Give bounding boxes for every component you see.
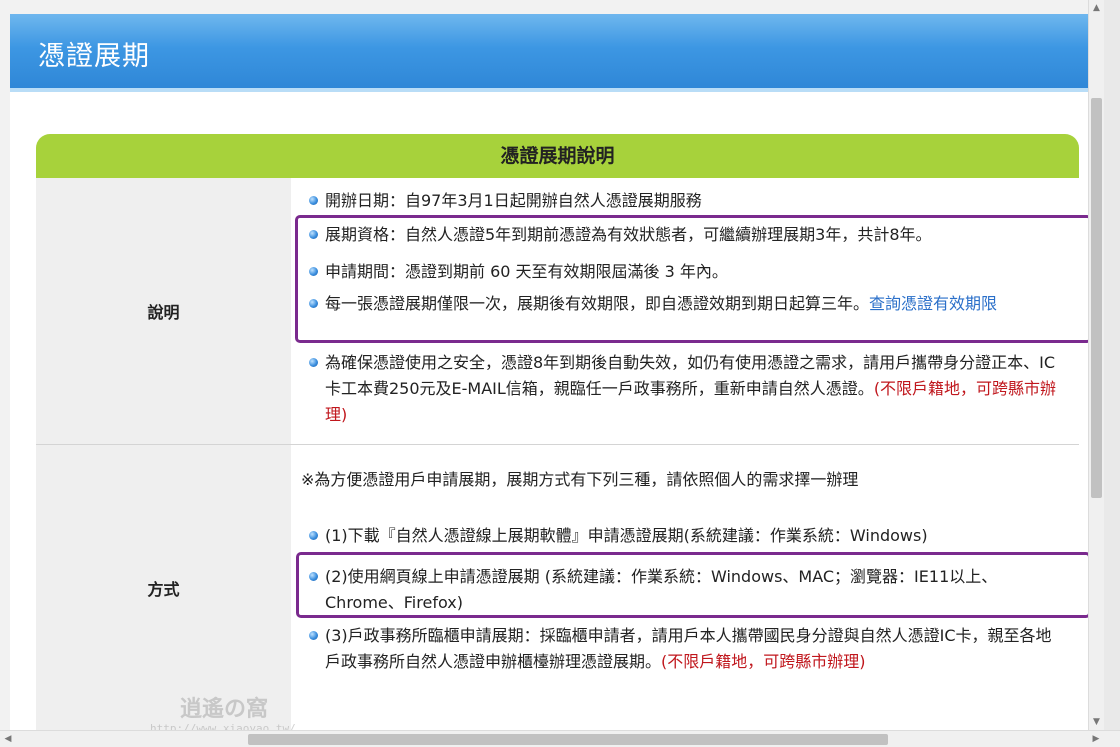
watermark-logo: 逍遙の窩 http://www.xiaoyao.tw/ [150,696,296,730]
list-item: (3)戶政事務所臨櫃申請展期：採臨櫃申請者，請用戶本人攜帶國民身分證與自然人憑證… [305,623,1067,675]
svg-text:http://www.xiaoyao.tw/: http://www.xiaoyao.tw/ [150,722,296,730]
list-item: 開辦日期：自97年3月1日起開辦自然人憑證展期服務 [305,188,1067,214]
vertical-scroll-thumb[interactable] [1091,98,1102,498]
list-item: (1)下載『自然人憑證線上展期軟體』申請憑證展期(系統建議：作業系統：Windo… [305,523,1067,549]
item-text: (1)下載『自然人憑證線上展期軟體』申請憑證展期(系統建議：作業系統：Windo… [325,526,928,545]
method-note: ※為方便憑證用戶申請展期，展期方式有下列三種，請依照個人的需求擇一辦理 [301,470,859,489]
horizontal-scrollbar[interactable]: ◀ ▶ [0,730,1120,747]
scroll-up-arrow-icon[interactable]: ▲ [1089,0,1104,16]
vertical-scrollbar[interactable]: ▲ ▼ [1088,0,1104,730]
highlight-box-web-method [296,552,1091,618]
page: 憑證展期 憑證展期說明 說明 開辦日期：自97年3月1日起開辦自然人憑證展期服務… [10,14,1094,730]
row-label-method: 方式 [36,445,291,730]
svg-text:逍遙の窩: 逍遙の窩 [180,696,268,722]
scroll-down-arrow-icon[interactable]: ▼ [1089,714,1104,730]
scroll-left-arrow-icon[interactable]: ◀ [0,731,16,747]
horizontal-scroll-thumb[interactable] [248,734,888,745]
panel-title: 憑證展期說明 [36,134,1079,178]
red-note: (不限戶籍地，可跨縣市辦理) [661,652,866,671]
bullet-icon [309,631,318,640]
bullet-icon [309,531,318,540]
row-label-description: 說明 [36,178,291,444]
browser-viewport: 憑證展期 憑證展期說明 說明 開辦日期：自97年3月1日起開辦自然人憑證展期服務… [0,0,1104,730]
page-title: 憑證展期 [38,41,150,72]
list-item: 為確保憑證使用之安全，憑證8年到期後自動失效，如仍有使用憑證之需求，請用戶攜帶身… [305,350,1067,428]
page-header: 憑證展期 [10,14,1094,92]
bullet-icon [309,196,318,205]
scroll-right-arrow-icon[interactable]: ▶ [1088,731,1104,747]
highlight-box-eligibility [295,215,1092,343]
bullet-icon [309,358,318,367]
item-text: 開辦日期：自97年3月1日起開辦自然人憑證展期服務 [325,191,702,210]
